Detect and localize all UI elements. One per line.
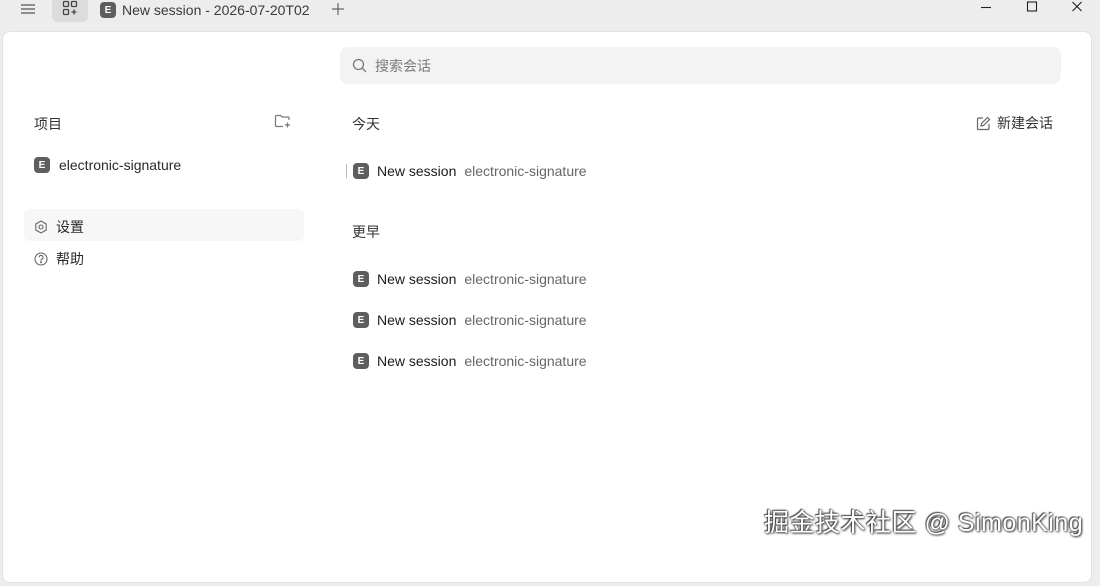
today-heading: 今天	[352, 116, 380, 132]
session-item[interactable]: E New session electronic-signature	[353, 271, 587, 287]
menu-icon[interactable]	[14, 0, 42, 18]
new-chat-label: 新建会话	[997, 115, 1053, 131]
projects-heading: 项目	[34, 116, 62, 132]
session-title: New session	[377, 353, 457, 369]
session-title: New session	[377, 312, 457, 328]
close-icon[interactable]	[1069, 0, 1085, 14]
project-item[interactable]: E electronic-signature	[34, 157, 181, 173]
new-chat-button[interactable]: 新建会话	[976, 113, 1053, 133]
tab-session[interactable]: E New session - 2026-07-20T02	[100, 0, 322, 20]
project-badge: E	[353, 353, 369, 369]
title-bar: E New session - 2026-07-20T02	[0, 0, 1100, 30]
edit-icon	[976, 116, 991, 130]
session-title: New session	[377, 271, 457, 287]
selection-marker	[346, 164, 347, 178]
project-name: electronic-signature	[59, 157, 182, 173]
help-label: 帮助	[56, 251, 84, 267]
main-panel	[2, 31, 1092, 583]
plus-icon[interactable]	[328, 0, 348, 18]
search-icon	[352, 58, 367, 73]
apps-grid-icon[interactable]	[52, 0, 88, 22]
minimize-icon[interactable]	[978, 0, 994, 14]
project-badge: E	[100, 2, 116, 18]
session-title: New session	[377, 163, 457, 179]
tab-title: New session - 2026-07-20T02	[122, 2, 310, 18]
help-icon	[34, 252, 48, 266]
settings-label: 设置	[56, 219, 84, 235]
search-input[interactable]	[375, 57, 1035, 74]
settings-link[interactable]: 设置	[34, 217, 84, 237]
gear-icon	[35, 220, 47, 234]
watermark: 掘金技术社区 @ SimonKing	[764, 509, 1084, 537]
earlier-heading: 更早	[352, 224, 380, 240]
project-badge: E	[353, 163, 369, 179]
help-link[interactable]: 帮助	[34, 249, 84, 269]
session-item[interactable]: E New session electronic-signature	[353, 163, 587, 179]
maximize-icon[interactable]	[1024, 0, 1040, 14]
project-badge: E	[353, 312, 369, 328]
session-item[interactable]: E New session electronic-signature	[353, 312, 587, 328]
search-bar[interactable]	[340, 47, 1061, 84]
project-badge: E	[353, 271, 369, 287]
session-project: electronic-signature	[464, 163, 587, 179]
new-folder-icon[interactable]	[274, 113, 292, 129]
session-project: electronic-signature	[464, 271, 587, 287]
project-badge: E	[34, 157, 50, 173]
session-project: electronic-signature	[464, 353, 587, 369]
session-item[interactable]: E New session electronic-signature	[353, 353, 587, 369]
session-project: electronic-signature	[464, 312, 587, 328]
